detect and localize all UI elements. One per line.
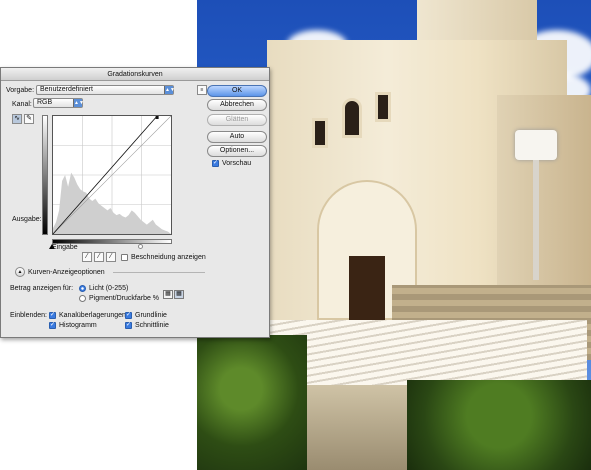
ok-button[interactable]: OK [207, 85, 267, 97]
pencil-icon[interactable]: ✎ [24, 114, 34, 124]
preset-label: Vorgabe: [6, 87, 35, 94]
list-menu-icon[interactable]: ≡ [197, 85, 207, 95]
church-door [349, 256, 385, 326]
baseline-label: Grundlinie [135, 312, 167, 319]
pigment-label: Pigment/Druckfarbe % [89, 295, 160, 302]
show-clipping-label: Beschneidung anzeigen [131, 254, 206, 261]
curve-graph-svg [52, 115, 172, 235]
eyedropper-gray-icon[interactable]: ⁄ [94, 252, 104, 262]
channel-label: Kanal: [12, 101, 32, 108]
show-label: Einblenden: [10, 312, 47, 319]
output-label: Ausgabe: [12, 216, 42, 223]
channel-overlays-checkbox[interactable]: ✓ [49, 312, 56, 319]
disclosure-triangle-icon[interactable]: ▲ [15, 267, 25, 277]
channel-overlays-label: Kanalüberlagerungen [59, 312, 126, 319]
white-point-slider[interactable] [138, 244, 143, 249]
show-amount-label: Betrag anzeigen für: [10, 285, 74, 292]
channel-select[interactable]: RGB ▲▼ [33, 98, 84, 108]
show-clipping-checkbox[interactable] [121, 254, 128, 261]
preview-label: Vorschau [222, 160, 252, 167]
church-window [375, 92, 391, 122]
lamp-post [533, 160, 539, 280]
light-radio[interactable] [79, 285, 86, 292]
options-button[interactable]: Optionen... [207, 145, 267, 157]
channel-value: RGB [37, 99, 53, 106]
church-window [312, 118, 328, 148]
preset-value: Benutzerdefiniert [40, 86, 93, 93]
ivy [197, 335, 307, 470]
display-options-label: Kurven-Anzeigeoptionen [28, 269, 105, 276]
intersection-checkbox[interactable]: ✓ [125, 322, 132, 329]
curves-dialog: Gradationskurven Vorgabe: Benutzerdefini… [0, 67, 270, 338]
light-label: Licht (0-255) [89, 285, 129, 292]
smooth-button[interactable]: Glätten [207, 114, 267, 126]
intersection-label: Schnittlinie [135, 322, 169, 329]
histogram-label: Histogramm [59, 322, 97, 329]
simple-grid-icon[interactable]: ▦ [163, 290, 173, 299]
church-window [342, 98, 362, 138]
pigment-radio[interactable] [79, 295, 86, 302]
select-arrows-icon: ▲▼ [73, 99, 84, 107]
curve-graph[interactable] [52, 115, 172, 235]
cancel-button[interactable]: Abbrechen [207, 99, 267, 111]
curve-point [155, 116, 159, 119]
eyedropper-black-icon[interactable]: ⁄ [82, 252, 92, 262]
detailed-grid-icon[interactable]: ▦ [174, 290, 184, 299]
curve-point-icon[interactable]: ∿ [12, 114, 22, 124]
baseline-checkbox[interactable]: ✓ [125, 312, 132, 319]
input-label: Eingabe [52, 244, 78, 251]
preset-select[interactable]: Benutzerdefiniert ▲▼ [36, 85, 175, 95]
street-lamp [515, 130, 557, 160]
eyedropper-white-icon[interactable]: ⁄ [106, 252, 116, 262]
auto-button[interactable]: Auto [207, 131, 267, 143]
dialog-title: Gradationskurven [1, 68, 269, 81]
select-arrows-icon: ▲▼ [164, 86, 175, 94]
ivy [407, 380, 591, 470]
histogram-checkbox[interactable]: ✓ [49, 322, 56, 329]
separator [113, 272, 205, 273]
preview-checkbox[interactable]: ✓ [212, 160, 219, 167]
church-side [497, 95, 591, 285]
output-gradient-bar [42, 115, 48, 235]
